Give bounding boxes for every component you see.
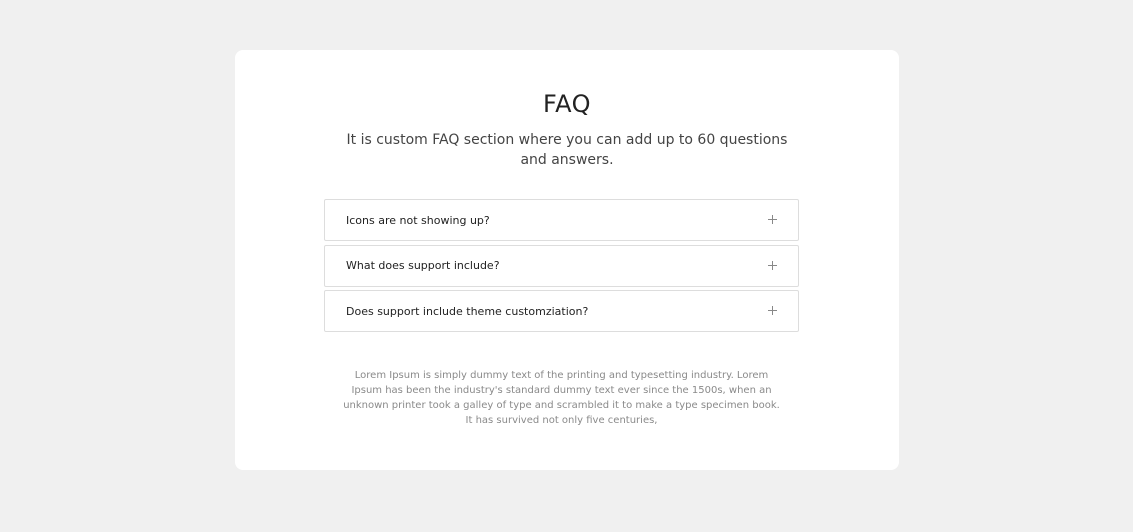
- faq-body-text: Lorem Ipsum is simply dummy text of the …: [343, 370, 780, 426]
- faq-item-support[interactable]: What does support include?: [324, 244, 799, 287]
- faq-question: What does support include?: [346, 259, 500, 272]
- faq-list: Icons are not showing up? What does supp…: [324, 199, 799, 336]
- plus-icon[interactable]: [768, 260, 778, 271]
- faq-question: Icons are not showing up?: [346, 213, 490, 227]
- page-title: FAQ: [543, 90, 591, 118]
- faq-subtitle: It is custom FAQ section where you can a…: [346, 132, 788, 168]
- faq-question: Does support include theme customziation…: [346, 304, 589, 318]
- faq-item-icons[interactable]: Icons are not showing up?: [324, 199, 799, 241]
- faq-card: FAQ It is custom FAQ section where you c…: [235, 50, 899, 470]
- faq-item-customization[interactable]: Does support include theme customziation…: [324, 290, 799, 332]
- plus-icon[interactable]: [768, 215, 778, 225]
- plus-icon[interactable]: [768, 306, 778, 316]
